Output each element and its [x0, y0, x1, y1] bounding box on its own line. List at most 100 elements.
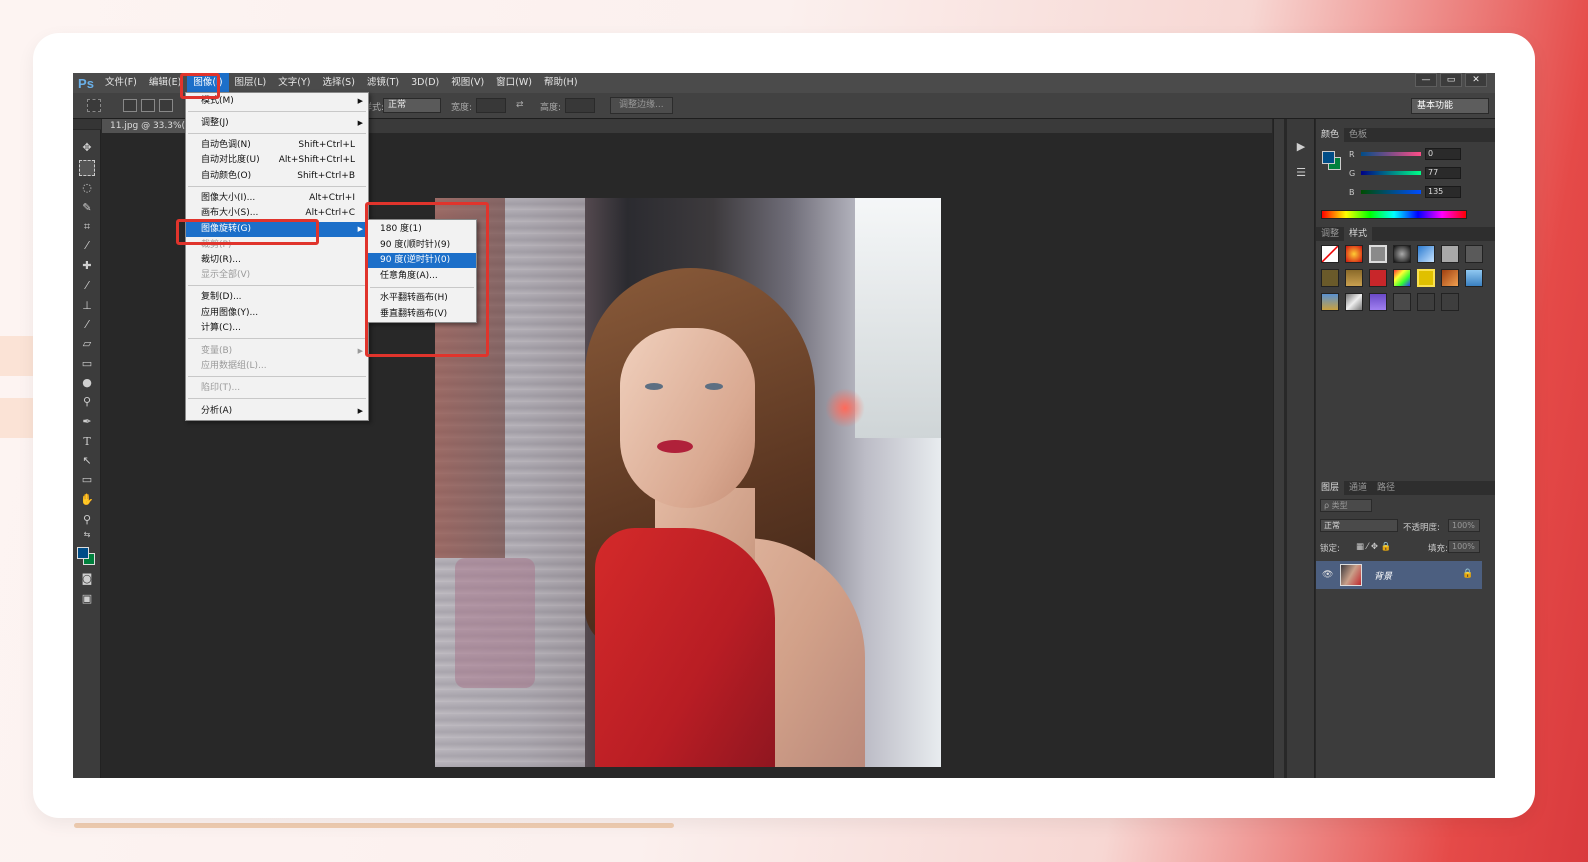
- style-swatch[interactable]: [1441, 245, 1459, 263]
- menu-item-analysis[interactable]: 分析(A) ▶: [186, 404, 368, 419]
- path-select-tool-icon[interactable]: ↖: [79, 453, 95, 469]
- new-selection-icon[interactable]: [123, 99, 137, 112]
- menu-item-auto-contrast[interactable]: 自动对比度(U) Alt+Shift+Ctrl+L: [186, 153, 368, 168]
- color-spectrum-bar[interactable]: [1321, 210, 1467, 219]
- b-value-field[interactable]: 135: [1425, 186, 1461, 198]
- menu-item-adjustments[interactable]: 调整(J) ▶: [186, 116, 368, 131]
- menu-item-apply-data-set[interactable]: 应用数据组(L)...: [186, 359, 368, 374]
- properties-icon[interactable]: ☰: [1293, 165, 1309, 181]
- shape-tool-icon[interactable]: ▭: [79, 472, 95, 488]
- menu-3d[interactable]: 3D(D): [405, 73, 445, 93]
- r-slider[interactable]: [1361, 152, 1421, 156]
- panel-foreground-swatch[interactable]: [1322, 151, 1335, 164]
- menu-select[interactable]: 选择(S): [316, 73, 360, 93]
- tab-layers[interactable]: 图层: [1316, 481, 1345, 495]
- g-value-field[interactable]: 77: [1425, 167, 1461, 179]
- tab-adjustments[interactable]: 调整: [1316, 227, 1344, 241]
- menu-item-reveal-all[interactable]: 显示全部(V): [186, 268, 368, 283]
- swap-icon[interactable]: ⇄: [516, 100, 524, 110]
- zoom-tool-icon[interactable]: ⚲: [79, 512, 95, 528]
- menu-view[interactable]: 视图(V): [445, 73, 490, 93]
- pen-tool-icon[interactable]: ✒: [79, 414, 95, 430]
- menu-type[interactable]: 文字(Y): [272, 73, 316, 93]
- style-swatch[interactable]: [1345, 293, 1363, 311]
- style-swatch[interactable]: [1321, 269, 1339, 287]
- style-swatch[interactable]: [1321, 293, 1339, 311]
- style-swatch[interactable]: [1417, 245, 1435, 263]
- layer-row[interactable]: 👁 背景 🔒: [1316, 561, 1482, 589]
- tab-paths[interactable]: 路径: [1372, 481, 1400, 495]
- restore-button[interactable]: ▭: [1440, 73, 1462, 87]
- eyedropper-tool-icon[interactable]: ⁄: [79, 238, 95, 254]
- style-select[interactable]: 正常: [383, 98, 441, 113]
- menu-item-apply-image[interactable]: 应用图像(Y)...: [186, 306, 368, 321]
- menu-filter[interactable]: 滤镜(T): [361, 73, 405, 93]
- style-swatch[interactable]: [1393, 245, 1411, 263]
- quick-mask-icon[interactable]: ◙: [79, 571, 95, 587]
- marquee-tool-icon[interactable]: [79, 160, 95, 176]
- close-button[interactable]: ✕: [1465, 73, 1487, 87]
- lock-icons[interactable]: ▦ ⁄ ✥ 🔒: [1356, 542, 1391, 552]
- style-swatch[interactable]: [1369, 269, 1387, 287]
- style-swatch[interactable]: [1369, 245, 1387, 263]
- workspace-select[interactable]: 基本功能: [1411, 98, 1489, 114]
- visibility-eye-icon[interactable]: 👁: [1322, 570, 1333, 580]
- menu-layer[interactable]: 图层(L): [229, 73, 273, 93]
- healing-brush-tool-icon[interactable]: ✚: [79, 258, 95, 274]
- crop-tool-icon[interactable]: ⌗: [79, 219, 95, 235]
- style-swatch[interactable]: [1441, 293, 1459, 311]
- screen-mode-icon[interactable]: ▣: [79, 591, 95, 607]
- move-tool-icon[interactable]: ✥: [79, 140, 95, 156]
- menu-item-image-size[interactable]: 图像大小(I)... Alt+Ctrl+I: [186, 191, 368, 206]
- add-selection-icon[interactable]: [141, 99, 155, 112]
- layer-filter-select[interactable]: ρ 类型: [1320, 499, 1372, 512]
- style-swatch[interactable]: [1417, 269, 1435, 287]
- eraser-tool-icon[interactable]: ▱: [79, 336, 95, 352]
- opacity-field[interactable]: 100%: [1448, 519, 1480, 532]
- style-swatch[interactable]: [1321, 245, 1339, 263]
- play-action-icon[interactable]: ▶: [1293, 139, 1309, 155]
- quick-select-tool-icon[interactable]: ✎: [79, 200, 95, 216]
- blur-tool-icon[interactable]: ●: [79, 375, 95, 391]
- subtract-selection-icon[interactable]: [159, 99, 173, 112]
- fill-field[interactable]: 100%: [1448, 540, 1480, 553]
- menu-item-variables[interactable]: 变量(B) ▶: [186, 344, 368, 359]
- style-swatch[interactable]: [1345, 245, 1363, 263]
- style-swatch[interactable]: [1345, 269, 1363, 287]
- menu-item-duplicate[interactable]: 复制(D)...: [186, 290, 368, 305]
- menu-item-trap[interactable]: 陷印(T)...: [186, 381, 368, 396]
- style-swatch[interactable]: [1393, 293, 1411, 311]
- document-tab[interactable]: 11.jpg @ 33.3%(RGB/8): [102, 119, 187, 133]
- b-slider[interactable]: [1361, 190, 1421, 194]
- brush-tool-icon[interactable]: ⁄: [79, 278, 95, 294]
- menu-file[interactable]: 文件(F): [99, 73, 143, 93]
- refine-edge-button[interactable]: 调整边缘...: [610, 97, 673, 114]
- dodge-tool-icon[interactable]: ⚲: [79, 394, 95, 410]
- type-tool-icon[interactable]: T: [79, 434, 95, 450]
- minimize-button[interactable]: —: [1415, 73, 1437, 87]
- menu-item-auto-tone[interactable]: 自动色调(N) Shift+Ctrl+L: [186, 138, 368, 153]
- hand-tool-icon[interactable]: ✋: [79, 492, 95, 508]
- history-brush-tool-icon[interactable]: ⁄: [79, 317, 95, 333]
- gradient-tool-icon[interactable]: ▭: [79, 356, 95, 372]
- menu-item-trim[interactable]: 裁切(R)...: [186, 253, 368, 268]
- height-field[interactable]: [565, 98, 595, 113]
- menu-help[interactable]: 帮助(H): [538, 73, 584, 93]
- style-swatch[interactable]: [1441, 269, 1459, 287]
- tab-styles[interactable]: 样式: [1344, 227, 1373, 241]
- tab-color[interactable]: 颜色: [1316, 128, 1345, 142]
- style-swatch[interactable]: [1417, 293, 1435, 311]
- lasso-tool-icon[interactable]: ◌: [79, 180, 95, 196]
- width-field[interactable]: [476, 98, 506, 113]
- menu-item-auto-color[interactable]: 自动颜色(O) Shift+Ctrl+B: [186, 169, 368, 184]
- foreground-color-swatch[interactable]: [77, 547, 89, 559]
- blend-mode-select[interactable]: 正常: [1320, 519, 1398, 532]
- tab-channels[interactable]: 通道: [1344, 481, 1372, 495]
- swap-colors-icon[interactable]: ⇆: [79, 527, 95, 543]
- marquee-preset-icon[interactable]: [87, 99, 101, 112]
- tab-swatches[interactable]: 色板: [1344, 128, 1372, 142]
- g-slider[interactable]: [1361, 171, 1421, 175]
- style-swatch[interactable]: [1465, 269, 1483, 287]
- style-swatch[interactable]: [1465, 245, 1483, 263]
- menu-item-calculations[interactable]: 计算(C)...: [186, 321, 368, 336]
